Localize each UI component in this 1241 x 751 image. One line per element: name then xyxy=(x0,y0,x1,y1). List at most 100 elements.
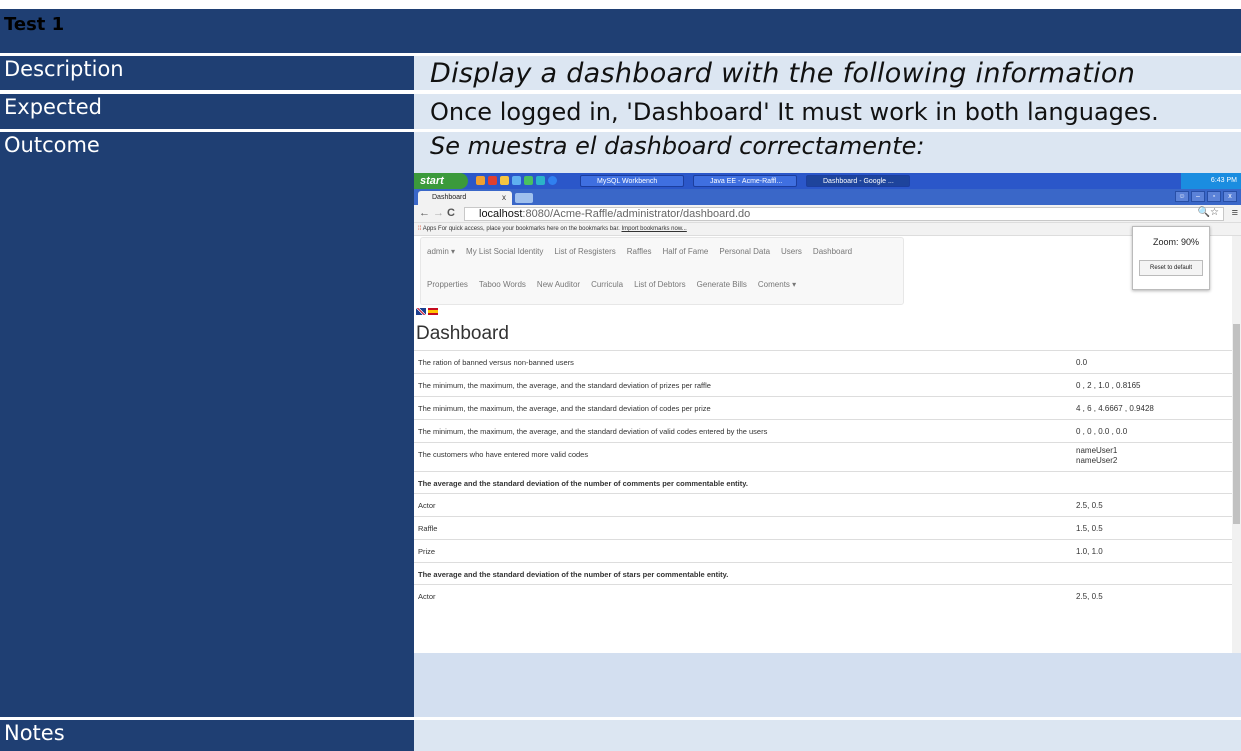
url-input[interactable]: localhost:8080/Acme-Raffle/administrator… xyxy=(464,207,1224,221)
table-row: Actor 2.5, 0.5 xyxy=(414,584,1232,607)
nav-item[interactable]: Half of Fame xyxy=(663,247,709,256)
app-icon[interactable] xyxy=(500,176,509,185)
window-controls: ☺ – ▫ x xyxy=(1175,191,1237,202)
nav-item[interactable]: Coments ▾ xyxy=(758,280,796,289)
app-icon[interactable] xyxy=(548,176,557,185)
description-label: Description xyxy=(4,57,124,81)
tab-title: Dashboard xyxy=(432,194,467,201)
app-icon[interactable] xyxy=(536,176,545,185)
back-arrow-icon[interactable]: ← xyxy=(419,207,430,219)
description-value-cell: Display a dashboard with the following i… xyxy=(414,56,1241,90)
description-row: Description Display a dashboard with the… xyxy=(0,56,1241,90)
table-row: The customers who have entered more vali… xyxy=(414,442,1232,471)
nav-item[interactable]: Raffles xyxy=(627,247,652,256)
page-scrollbar[interactable] xyxy=(1232,236,1241,653)
expected-row: Expected Once logged in, 'Dashboard' It … xyxy=(0,94,1241,129)
start-button[interactable]: start xyxy=(414,173,468,189)
zoom-popup: Zoom: 90% Reset to default xyxy=(1132,226,1210,290)
url-path: :8080/Acme-Raffle/administrator/dashboar… xyxy=(522,208,751,220)
nav-item[interactable]: List of Resgisters xyxy=(554,247,615,256)
app-icon[interactable] xyxy=(512,176,521,185)
outcome-label-cell: Outcome xyxy=(0,132,414,717)
table-row: The ration of banned versus non-banned u… xyxy=(414,350,1232,373)
row-label: The minimum, the maximum, the average, a… xyxy=(418,404,711,413)
english-flag-icon[interactable] xyxy=(416,308,426,315)
table-row: The minimum, the maximum, the average, a… xyxy=(414,373,1232,396)
notes-label-cell: Notes xyxy=(0,720,414,751)
browser-tab-bar: Dashboard x ☺ – ▫ x xyxy=(414,189,1241,205)
zoom-icon[interactable]: 🔍☆ xyxy=(1198,207,1219,218)
windows-taskbar: start MySQL Workbench Java EE - Acme-Raf… xyxy=(414,173,1241,189)
dashboard-title: Dashboard xyxy=(416,323,509,344)
browser-tab[interactable]: Dashboard x xyxy=(418,191,512,205)
taskbar-clock: 6:43 PM xyxy=(1181,173,1241,189)
nav-item[interactable]: List of Debtors xyxy=(634,280,686,289)
nav-item[interactable]: Personal Data xyxy=(719,247,770,256)
nav-item[interactable]: Generate Bills xyxy=(697,280,747,289)
expected-label: Expected xyxy=(4,95,102,119)
reset-zoom-button[interactable]: Reset to default xyxy=(1139,260,1203,276)
row-label: Actor xyxy=(418,592,436,601)
embedded-screenshot: start MySQL Workbench Java EE - Acme-Raf… xyxy=(414,173,1241,653)
description-text: Display a dashboard with the following i… xyxy=(430,58,1136,89)
table-row: Prize 1.0, 1.0 xyxy=(414,539,1232,562)
forward-arrow-icon[interactable]: → xyxy=(433,207,444,219)
nav-item[interactable]: Users xyxy=(781,247,802,256)
row-value: 0 , 0 , 0.0 , 0.0 xyxy=(1076,427,1128,436)
nav-item[interactable]: Curricula xyxy=(591,280,623,289)
close-window-icon[interactable]: x xyxy=(1223,191,1237,202)
section-label: The average and the standard deviation o… xyxy=(418,570,729,579)
apps-icon[interactable]: ⁞⁞ xyxy=(418,226,421,232)
row-label: The minimum, the maximum, the average, a… xyxy=(418,381,711,390)
zoom-level: Zoom: 90% xyxy=(1153,237,1200,247)
customer-name: nameUser1 xyxy=(1076,446,1118,455)
bookmarks-hint: For quick access, place your bookmarks h… xyxy=(438,226,620,232)
table-row: The minimum, the maximum, the average, a… xyxy=(414,419,1232,442)
row-value: 1.0, 1.0 xyxy=(1076,547,1103,556)
test-header-row: Test 1 xyxy=(0,9,1241,42)
section-label: The average and the standard deviation o… xyxy=(418,479,748,488)
row-label: Prize xyxy=(418,547,436,556)
spanish-flag-icon[interactable] xyxy=(428,308,438,315)
app-icon[interactable] xyxy=(476,176,485,185)
maximize-icon[interactable]: ▫ xyxy=(1207,191,1221,202)
row-value: 2.5, 0.5 xyxy=(1076,501,1103,510)
row-value: 0 , 2 , 1.0 , 0.8165 xyxy=(1076,381,1141,390)
quick-launch xyxy=(476,176,568,186)
apps-label[interactable]: Apps xyxy=(423,226,437,232)
taskbar-task-chrome[interactable]: Dashboard - Google ... xyxy=(806,175,910,187)
table-row: Raffle 1.5, 0.5 xyxy=(414,516,1232,539)
notes-value-cell xyxy=(414,720,1241,751)
description-label-cell: Description xyxy=(0,56,414,90)
row-label: The ration of banned versus non-banned u… xyxy=(418,358,574,367)
outcome-label: Outcome xyxy=(4,133,100,157)
nav-item[interactable]: New Auditor xyxy=(537,280,580,289)
table-row: Actor 2.5, 0.5 xyxy=(414,493,1232,516)
row-value: nameUser1 nameUser2 xyxy=(1076,446,1117,466)
nav-item[interactable]: Dashboard xyxy=(813,247,852,256)
user-icon[interactable]: ☺ xyxy=(1175,191,1189,202)
main-nav: admin ▾ My List Social Identity List of … xyxy=(420,237,904,305)
outcome-text: Se muestra el dashboard correctamente: xyxy=(430,132,925,160)
reload-icon[interactable]: C xyxy=(447,207,455,219)
app-icon[interactable] xyxy=(524,176,533,185)
row-value: 2.5, 0.5 xyxy=(1076,592,1103,601)
taskbar-task-eclipse[interactable]: Java EE - Acme-Raffl... xyxy=(693,175,797,187)
nav-item[interactable]: Propperties xyxy=(427,280,468,289)
app-icon[interactable] xyxy=(488,176,497,185)
import-bookmarks-link[interactable]: Import bookmarks now... xyxy=(621,226,686,232)
table-row: The minimum, the maximum, the average, a… xyxy=(414,396,1232,419)
nav-item[interactable]: admin ▾ xyxy=(427,247,455,256)
notes-label: Notes xyxy=(4,721,65,745)
taskbar-task-mysql[interactable]: MySQL Workbench xyxy=(580,175,684,187)
tab-close-icon[interactable]: x xyxy=(502,191,506,205)
table-section-header: The average and the standard deviation o… xyxy=(414,562,1232,584)
new-tab-button[interactable] xyxy=(515,193,533,203)
nav-item[interactable]: My List Social Identity xyxy=(466,247,543,256)
language-flags xyxy=(416,308,438,315)
scrollbar-thumb[interactable] xyxy=(1233,324,1240,524)
nav-item[interactable]: Taboo Words xyxy=(479,280,526,289)
customer-name: nameUser2 xyxy=(1076,456,1118,465)
minimize-icon[interactable]: – xyxy=(1191,191,1205,202)
menu-icon[interactable]: ≡ xyxy=(1232,207,1238,219)
